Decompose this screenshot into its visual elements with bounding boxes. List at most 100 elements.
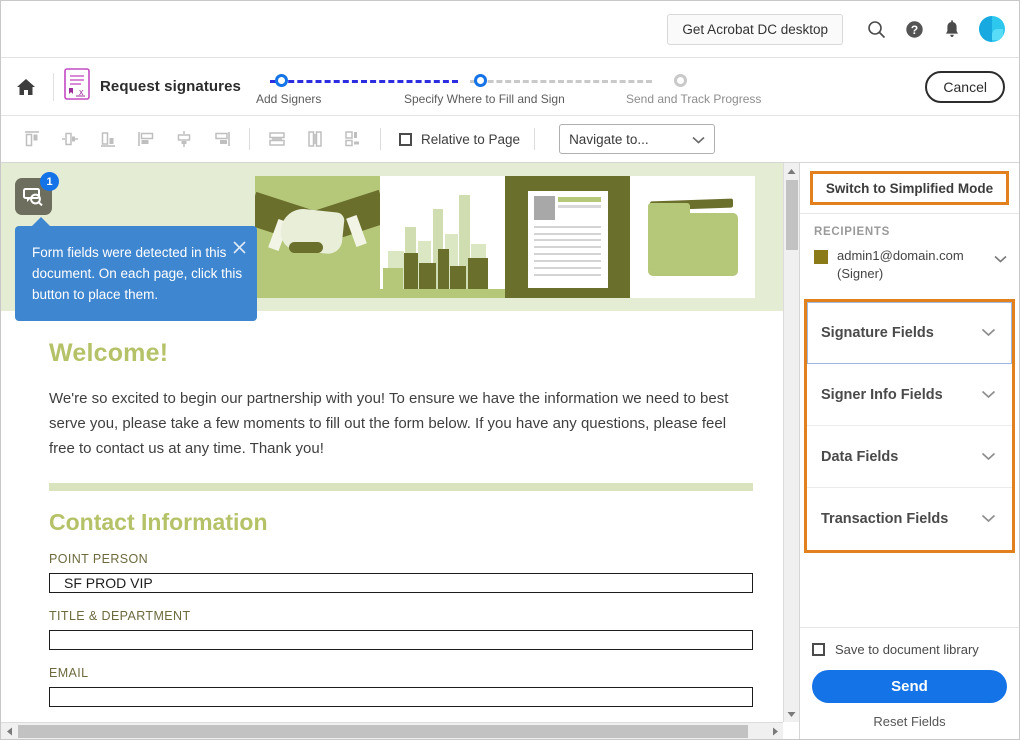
field-group-label: Signature Fields (821, 324, 934, 341)
form-field-point-person[interactable]: SF PROD VIP (49, 573, 753, 593)
chevron-down-icon (692, 132, 705, 147)
document-banner-image: 1 Form fields were detected in this docu… (1, 163, 783, 321)
recipient-email: admin1@domain.com (837, 248, 964, 263)
field-group-signature-fields[interactable]: Signature Fields (807, 302, 1012, 364)
svg-text:?: ? (910, 23, 917, 37)
user-avatar[interactable] (979, 16, 1005, 42)
document-divider (49, 483, 753, 491)
acrobat-sign-window: Get Acrobat DC desktop ? x Request signa… (0, 0, 1020, 740)
field-group-label: Signer Info Fields (821, 386, 943, 403)
scroll-right-arrow-icon[interactable] (767, 723, 783, 739)
step-label-send-track: Send and Track Progress (626, 92, 762, 106)
recipients-heading: RECIPIENTS (814, 226, 891, 238)
field-group-label: Transaction Fields (821, 511, 949, 527)
align-left-icon[interactable] (127, 124, 165, 154)
get-acrobat-label: Get Acrobat DC desktop (682, 21, 828, 37)
recipient-role: (Signer) (837, 266, 884, 281)
workflow-app-identity: x Request signatures (64, 68, 241, 105)
field-group-label: Data Fields (821, 448, 899, 465)
fields-sidebar: Switch to Simplified Mode RECIPIENTS adm… (800, 163, 1019, 739)
banner-resume-illustration (505, 176, 630, 298)
chevron-down-icon (981, 325, 996, 341)
close-icon[interactable] (233, 239, 246, 260)
chevron-down-icon[interactable] (994, 250, 1007, 268)
recipient-info: admin1@domain.com (Signer) (837, 247, 990, 283)
header-icon-group: ? (865, 16, 1005, 42)
distribute-horizontal-icon[interactable] (258, 124, 296, 154)
help-icon[interactable]: ? (903, 18, 925, 40)
search-icon[interactable] (865, 18, 887, 40)
align-bottom-icon[interactable] (89, 124, 127, 154)
scroll-left-arrow-icon[interactable] (1, 723, 17, 739)
notifications-bell-icon[interactable] (941, 18, 963, 40)
step-dot-add-signers[interactable] (275, 74, 288, 87)
navigate-to-value: Navigate to... (569, 131, 649, 147)
save-to-document-library-checkbox[interactable]: Save to document library (812, 642, 1007, 657)
sidebar-footer: Save to document library Send Reset Fiel… (800, 627, 1019, 739)
document-intro-paragraph: We're so excited to begin our partnershi… (49, 390, 729, 457)
field-group-data-fields[interactable]: Data Fields (807, 426, 1012, 488)
navigate-to-dropdown[interactable]: Navigate to... (559, 124, 716, 154)
scroll-up-arrow-icon[interactable] (784, 163, 799, 179)
form-field-title-department[interactable] (49, 630, 753, 650)
send-button[interactable]: Send (812, 670, 1007, 703)
workflow-bar: x Request signatures Add Signers Specify… (1, 58, 1019, 116)
step-dot-send-track[interactable] (674, 74, 687, 87)
field-group-transaction-fields[interactable]: Transaction Fields (807, 488, 1012, 550)
workflow-stepper: Add Signers Specify Where to Fill and Si… (256, 70, 761, 110)
step-dot-specify-fields[interactable] (474, 74, 487, 87)
align-right-icon[interactable] (203, 124, 241, 154)
step-label-add-signers: Add Signers (256, 92, 322, 106)
recipient-color-swatch (814, 250, 828, 264)
relative-to-page-checkbox[interactable]: Relative to Page (399, 132, 520, 147)
document-vertical-scrollbar[interactable] (783, 163, 799, 722)
banner-folder-illustration (630, 176, 755, 298)
send-label: Send (891, 678, 928, 695)
request-signatures-document-icon: x (64, 68, 90, 105)
document-horizontal-scrollbar[interactable] (1, 722, 783, 739)
field-group-signer-info-fields[interactable]: Signer Info Fields (807, 364, 1012, 426)
form-field-email[interactable] (49, 687, 753, 707)
reset-fields-label: Reset Fields (873, 714, 946, 729)
form-fields-count-badge: 1 (40, 172, 59, 191)
banner-artwork (255, 176, 755, 298)
page-title: Request signatures (100, 78, 242, 95)
toolbar-divider-2 (380, 128, 381, 150)
checkbox-box (812, 643, 825, 656)
distribute-vertical-icon[interactable] (296, 124, 334, 154)
form-field-label-email: EMAIL (49, 666, 89, 680)
align-middle-vertical-icon[interactable] (165, 124, 203, 154)
switch-to-simplified-mode-button[interactable]: Switch to Simplified Mode (810, 171, 1009, 205)
callout-message: Form fields were detected in this docume… (32, 245, 243, 302)
relative-to-page-label: Relative to Page (421, 131, 521, 147)
form-field-label-title-department: TITLE & DEPARTMENT (49, 609, 191, 623)
document-canvas[interactable]: 1 Form fields were detected in this docu… (1, 163, 783, 722)
banner-handshake-illustration (255, 176, 380, 298)
form-field-label-point-person: POINT PERSON (49, 552, 149, 566)
document-viewer: 1 Form fields were detected in this docu… (1, 163, 800, 739)
reset-fields-link[interactable]: Reset Fields (812, 714, 1007, 729)
field-alignment-toolbar: Relative to Page Navigate to... (1, 116, 1019, 163)
stepper-line-pending (470, 80, 652, 83)
cancel-button[interactable]: Cancel (925, 70, 1005, 103)
chevron-down-icon (981, 511, 996, 527)
save-library-label: Save to document library (835, 642, 979, 657)
align-center-horizontal-icon[interactable] (51, 124, 89, 154)
document-section-heading: Contact Information (49, 509, 268, 535)
top-header-bar: Get Acrobat DC desktop ? (1, 1, 1019, 58)
home-icon[interactable] (9, 70, 43, 104)
match-size-icon[interactable] (334, 124, 372, 154)
step-label-specify-fields: Specify Where to Fill and Sign (404, 92, 565, 106)
get-acrobat-desktop-button[interactable]: Get Acrobat DC desktop (667, 13, 843, 45)
toolbar-divider-3 (534, 128, 536, 150)
vertical-scroll-thumb[interactable] (786, 180, 798, 250)
scroll-down-arrow-icon[interactable] (784, 706, 799, 722)
toolbar-divider-1 (249, 128, 250, 150)
checkbox-box (399, 132, 412, 146)
banner-city-illustration (380, 176, 505, 298)
align-top-icon[interactable] (13, 124, 51, 154)
recipient-row[interactable]: admin1@domain.com (Signer) (814, 247, 1007, 283)
horizontal-scroll-thumb[interactable] (18, 725, 748, 738)
recipients-section: RECIPIENTS admin1@domain.com (Signer) (800, 214, 1019, 297)
